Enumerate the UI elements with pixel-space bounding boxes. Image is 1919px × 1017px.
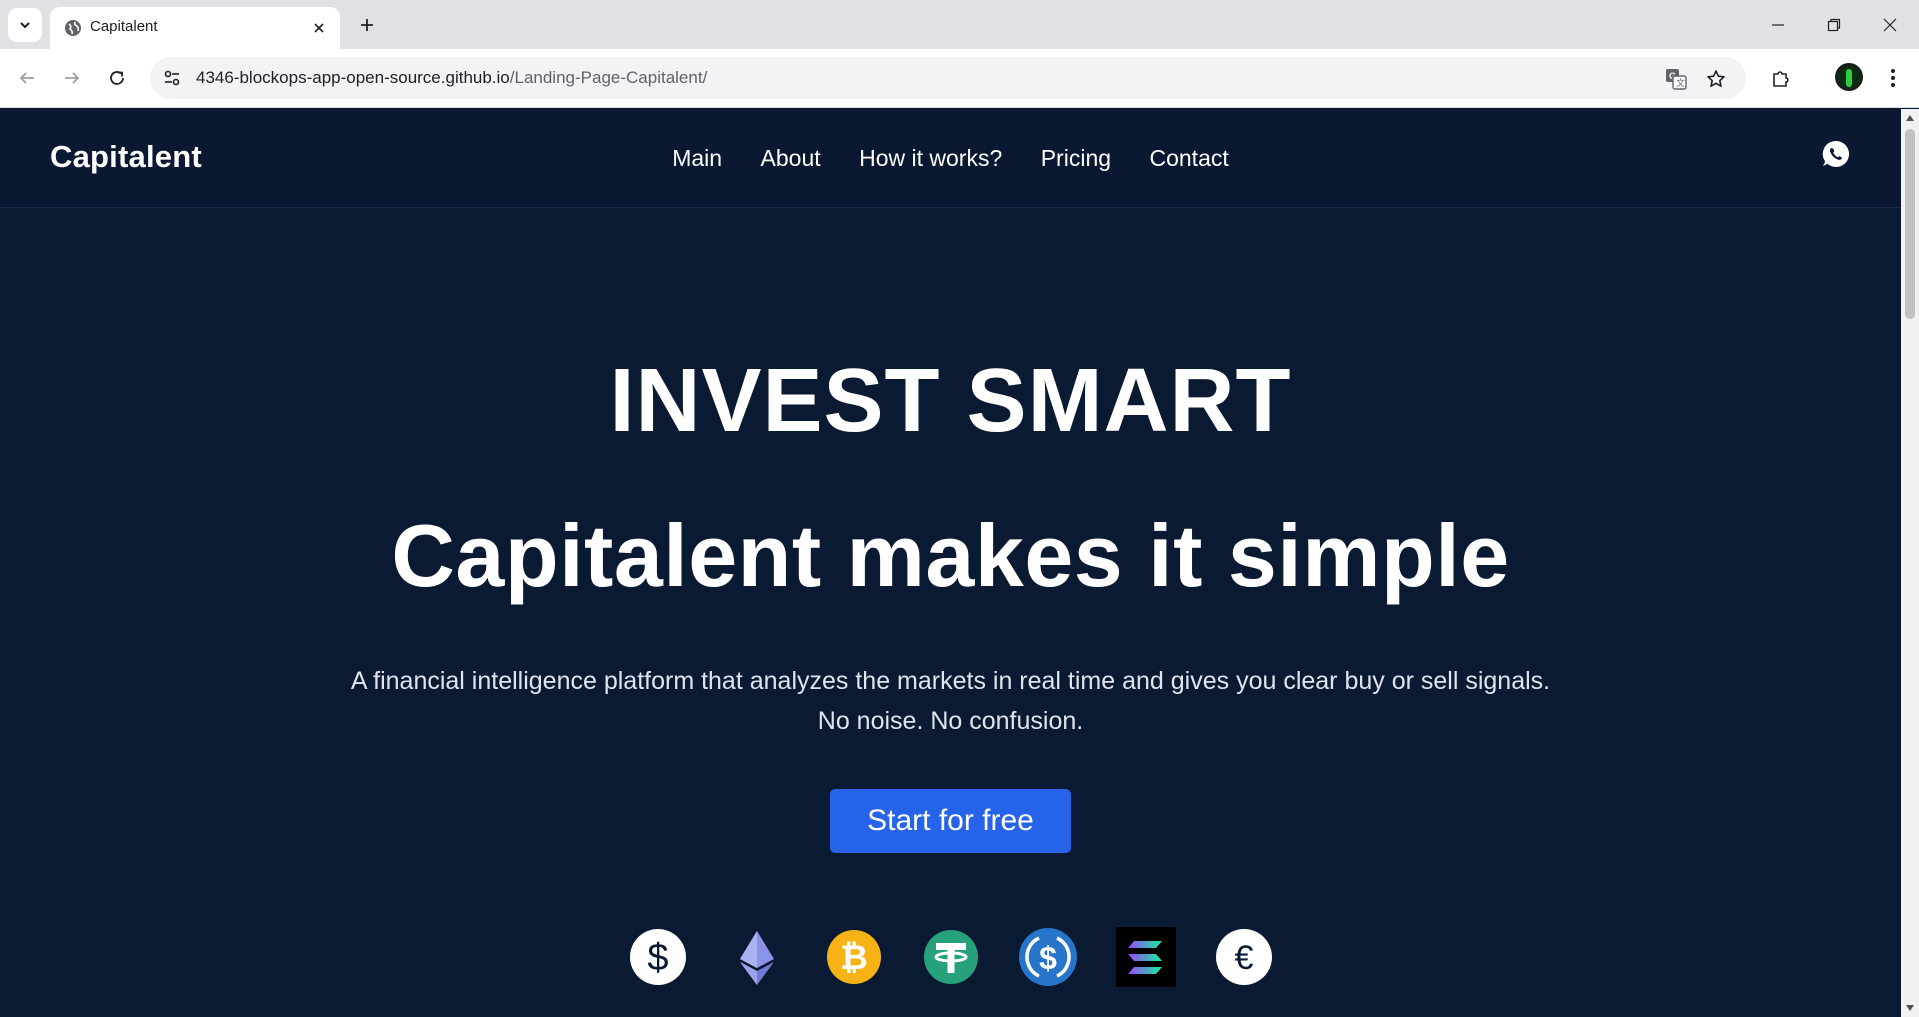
forward-button[interactable] xyxy=(56,62,88,94)
nav-link-about[interactable]: About xyxy=(761,145,821,172)
nav-link-contact[interactable]: Contact xyxy=(1149,145,1228,172)
tab-search-button[interactable] xyxy=(8,8,42,42)
translate-button[interactable]: G文 xyxy=(1663,66,1689,92)
minimize-icon xyxy=(1772,23,1784,26)
svg-text:文: 文 xyxy=(1676,77,1685,88)
arrow-right-icon xyxy=(65,72,80,84)
profile-avatar[interactable] xyxy=(1835,63,1863,91)
close-icon xyxy=(314,23,324,33)
chevron-down-icon xyxy=(20,22,30,29)
tune-icon xyxy=(164,70,180,86)
usdc-icon: $ xyxy=(1019,928,1077,986)
plus-icon xyxy=(361,19,373,31)
start-for-free-button[interactable]: Start for free xyxy=(830,789,1071,853)
svg-text:€: € xyxy=(1235,939,1254,977)
site-info-button[interactable] xyxy=(160,66,184,90)
supported-assets-row: $ ₿ $ € xyxy=(0,927,1901,991)
tab-title: Capitalent xyxy=(90,18,158,35)
minimize-button[interactable] xyxy=(1750,0,1806,49)
tether-icon xyxy=(924,930,978,984)
scroll-up-arrow[interactable] xyxy=(1904,112,1916,124)
dollar-icon: $ xyxy=(630,929,686,985)
nav-link-main[interactable]: Main xyxy=(672,145,722,172)
hero-title: INVEST SMART xyxy=(609,351,1292,451)
back-button[interactable] xyxy=(11,62,43,94)
svg-text:₿: ₿ xyxy=(840,939,868,977)
triangle-up-icon xyxy=(1906,115,1914,121)
hero-description-line-2: No noise. No confusion. xyxy=(817,707,1084,735)
restore-button[interactable] xyxy=(1806,0,1862,49)
more-vert-icon xyxy=(1891,69,1895,87)
url-host: 4346-blockops-app-open-source.github.io xyxy=(196,68,510,87)
star-icon xyxy=(1707,70,1725,87)
page-scrollbar[interactable] xyxy=(1901,109,1919,1017)
scroll-down-arrow[interactable] xyxy=(1904,1002,1916,1014)
scroll-thumb[interactable] xyxy=(1905,129,1915,319)
nav-link-pricing[interactable]: Pricing xyxy=(1041,145,1111,172)
reload-button[interactable] xyxy=(101,62,133,94)
translate-icon: G文 xyxy=(1666,69,1687,90)
landing-page: Capitalent Main About How it works? Pric… xyxy=(0,109,1901,1017)
close-window-button[interactable] xyxy=(1862,0,1918,49)
address-bar[interactable]: 4346-blockops-app-open-source.github.io/… xyxy=(150,57,1746,99)
ethereum-icon xyxy=(740,931,774,985)
puzzle-icon xyxy=(1773,71,1789,87)
reload-icon xyxy=(110,71,124,85)
svg-text:$: $ xyxy=(1039,940,1057,976)
hero-subtitle: Capitalent makes it simple xyxy=(391,506,1510,605)
close-icon xyxy=(1883,18,1897,31)
triangle-down-icon xyxy=(1906,1005,1914,1011)
svg-text:$: $ xyxy=(647,937,668,979)
bitcoin-icon: ₿ xyxy=(827,930,881,984)
restore-icon xyxy=(1827,18,1841,31)
whatsapp-icon[interactable] xyxy=(1821,139,1851,169)
arrow-left-icon xyxy=(19,72,34,84)
url-text: 4346-blockops-app-open-source.github.io/… xyxy=(196,68,707,88)
globe-icon xyxy=(65,20,81,36)
new-tab-button[interactable] xyxy=(352,10,382,40)
hero-description: A financial intelligence platform that a… xyxy=(200,661,1701,741)
solana-icon xyxy=(1116,927,1176,987)
euro-icon: € xyxy=(1216,929,1272,985)
browser-tab[interactable]: Capitalent xyxy=(50,7,340,49)
hero-description-line-1: A financial intelligence platform that a… xyxy=(350,667,1551,695)
bookmark-button[interactable] xyxy=(1703,66,1729,92)
nav-link-how-it-works[interactable]: How it works? xyxy=(859,145,1002,172)
url-path: /Landing-Page-Capitalent/ xyxy=(509,68,708,87)
browser-menu-button[interactable] xyxy=(1877,62,1909,94)
browser-toolbar: 4346-blockops-app-open-source.github.io/… xyxy=(0,49,1919,108)
extensions-button[interactable] xyxy=(1765,62,1797,94)
browser-tabstrip: Capitalent xyxy=(0,0,1919,49)
main-nav: Main About How it works? Pricing Contact xyxy=(0,145,1901,172)
site-header: Capitalent Main About How it works? Pric… xyxy=(0,109,1901,208)
tab-close-button[interactable] xyxy=(308,17,330,39)
